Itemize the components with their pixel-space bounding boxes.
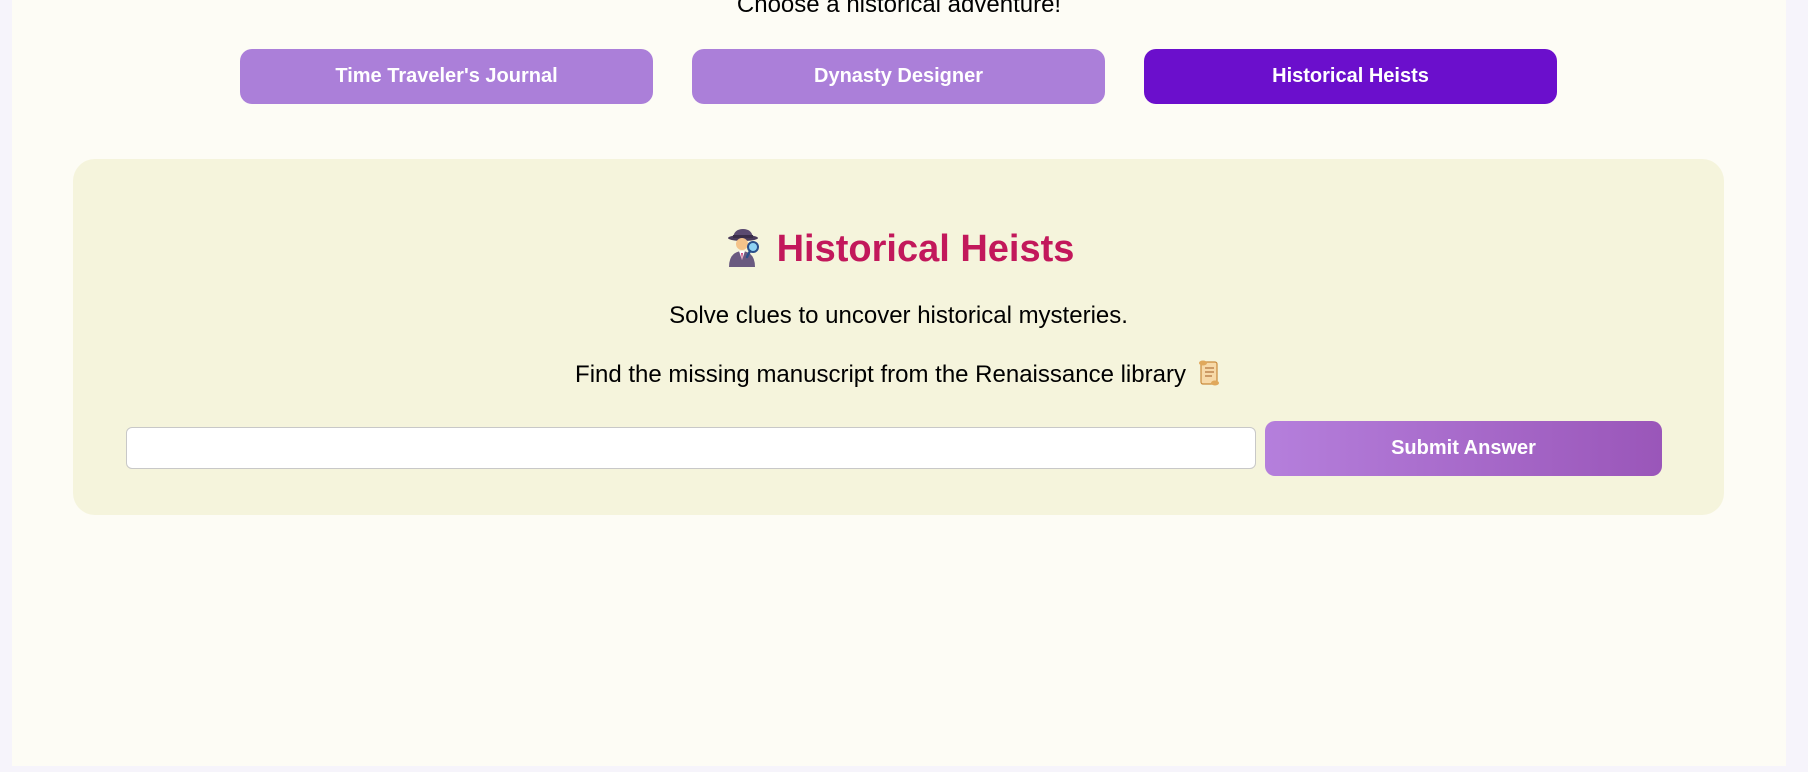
scroll-icon: [1196, 359, 1222, 387]
answer-input[interactable]: [126, 427, 1256, 469]
game-title: Historical Heists: [776, 228, 1075, 270]
intro-text: Choose a historical adventure!: [736, 0, 1062, 18]
adventure-tabs: Time Traveler's Journal Dynasty Designer…: [12, 49, 1786, 104]
tab-time-travelers-journal[interactable]: Time Traveler's Journal: [240, 49, 653, 104]
clue-text: Find the missing manuscript from the Ren…: [575, 361, 1186, 388]
clue-line: Find the missing manuscript from the Ren…: [73, 359, 1724, 390]
tab-dynasty-designer[interactable]: Dynasty Designer: [692, 49, 1105, 104]
game-heading: Historical Heists: [73, 225, 1724, 273]
detective-icon: [723, 227, 763, 267]
submit-answer-button[interactable]: Submit Answer: [1265, 421, 1662, 476]
game-description: Solve clues to uncover historical myster…: [669, 302, 1128, 329]
game-card: Historical Heists Solve clues to uncover…: [73, 159, 1724, 515]
page: Choose a historical adventure! Time Trav…: [12, 0, 1786, 766]
tab-historical-heists[interactable]: Historical Heists: [1144, 49, 1557, 104]
